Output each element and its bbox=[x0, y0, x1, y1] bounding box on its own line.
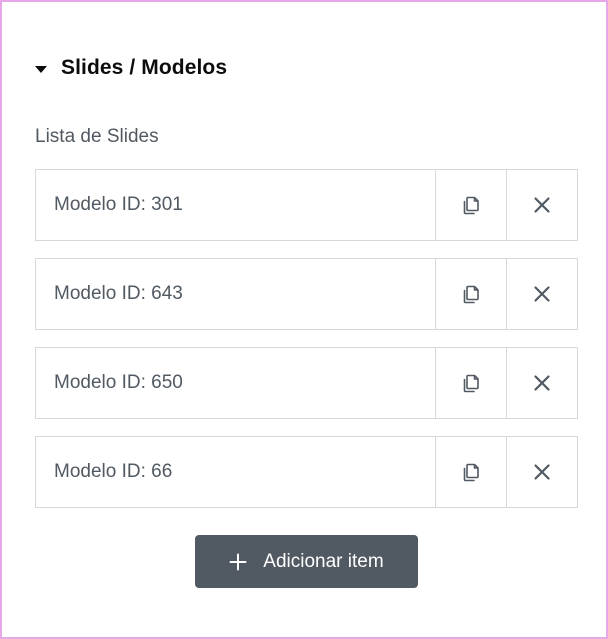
duplicate-icon bbox=[463, 374, 479, 393]
repeater-row-title[interactable]: Modelo ID: 643 bbox=[36, 259, 435, 329]
repeater-row: Modelo ID: 66 bbox=[35, 436, 578, 508]
remove-button[interactable] bbox=[506, 259, 577, 329]
repeater-row-title[interactable]: Modelo ID: 66 bbox=[36, 437, 435, 507]
repeater-row: Modelo ID: 643 bbox=[35, 258, 578, 330]
duplicate-icon bbox=[463, 196, 479, 215]
close-icon bbox=[534, 197, 550, 213]
panel-frame: Slides / Modelos Lista de Slides Modelo … bbox=[0, 0, 608, 639]
duplicate-button[interactable] bbox=[435, 170, 506, 240]
add-item-button[interactable]: Adicionar item bbox=[195, 535, 418, 588]
add-item-label: Adicionar item bbox=[263, 550, 384, 572]
duplicate-button[interactable] bbox=[435, 348, 506, 418]
duplicate-button[interactable] bbox=[435, 437, 506, 507]
slides-list-label: Lista de Slides bbox=[35, 126, 159, 147]
repeater-row: Modelo ID: 650 bbox=[35, 347, 578, 419]
repeater-row-title[interactable]: Modelo ID: 650 bbox=[36, 348, 435, 418]
close-icon bbox=[534, 286, 550, 302]
section-toggle-slides-modelos[interactable]: Slides / Modelos bbox=[35, 54, 227, 82]
remove-button[interactable] bbox=[506, 437, 577, 507]
close-icon bbox=[534, 464, 550, 480]
repeater-row-title[interactable]: Modelo ID: 301 bbox=[36, 170, 435, 240]
section-title: Slides / Modelos bbox=[61, 56, 228, 79]
duplicate-button[interactable] bbox=[435, 259, 506, 329]
duplicate-icon bbox=[463, 285, 479, 304]
caret-down-icon[interactable] bbox=[35, 65, 47, 73]
close-icon bbox=[534, 375, 550, 391]
plus-icon bbox=[229, 553, 247, 571]
remove-button[interactable] bbox=[506, 170, 577, 240]
repeater-row: Modelo ID: 301 bbox=[35, 169, 578, 241]
duplicate-icon bbox=[463, 463, 479, 482]
slides-repeater: Modelo ID: 301 Modelo ID: 643 Modelo ID:… bbox=[35, 169, 578, 525]
remove-button[interactable] bbox=[506, 348, 577, 418]
